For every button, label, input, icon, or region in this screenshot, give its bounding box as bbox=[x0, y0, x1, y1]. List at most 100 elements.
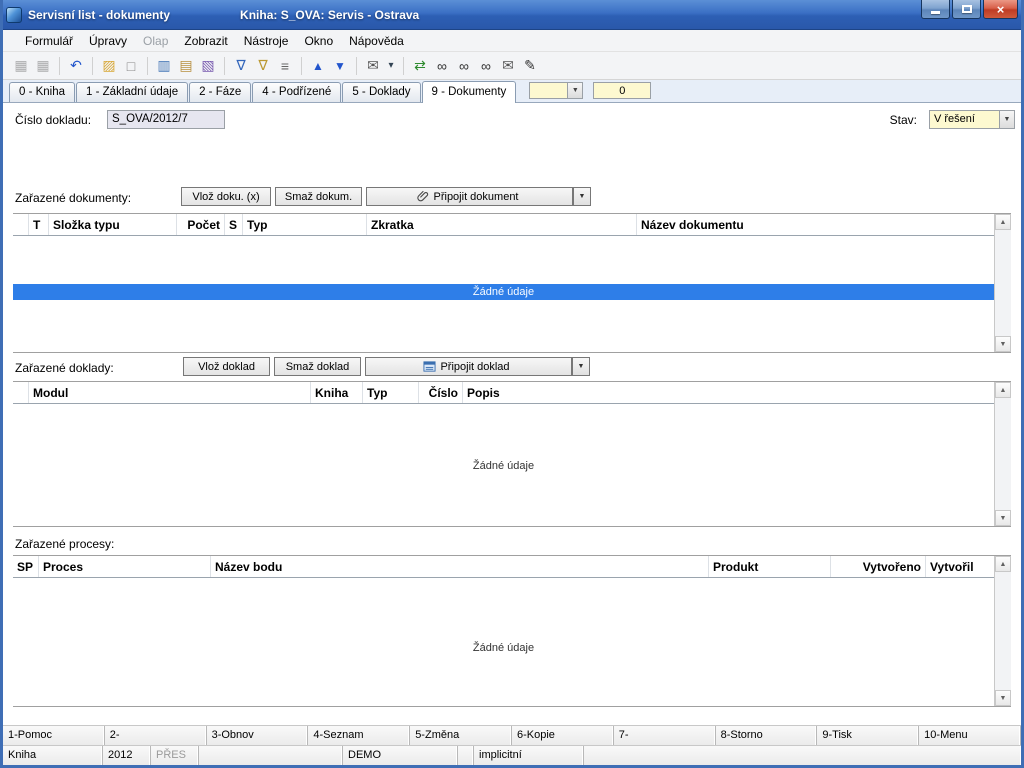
column-header-produkt[interactable]: Produkt bbox=[709, 556, 831, 577]
column-header-nazev-dokumentu[interactable]: Název dokumentu bbox=[637, 214, 994, 235]
tab-faze[interactable]: 2 - Fáze bbox=[189, 82, 251, 102]
vertical-scrollbar[interactable]: ▲ ▼ bbox=[994, 556, 1011, 706]
maximize-button[interactable] bbox=[952, 0, 981, 19]
filter-icon[interactable]: ∇ bbox=[231, 56, 251, 76]
column-header-pocet[interactable]: Počet bbox=[177, 214, 225, 235]
column-header-popis[interactable]: Popis bbox=[463, 382, 994, 403]
quick-filter-combobox[interactable]: ▼ bbox=[529, 82, 583, 99]
record-count-field[interactable]: 0 bbox=[593, 82, 651, 99]
fkey-6-kopie[interactable]: 6-Kopie bbox=[512, 726, 614, 745]
scroll-down-button[interactable]: ▼ bbox=[995, 336, 1011, 352]
delete-document-button[interactable]: Smaž dokum. bbox=[275, 187, 362, 206]
menu-okno[interactable]: Okno bbox=[296, 32, 341, 50]
menu-napoveda[interactable]: Nápověda bbox=[341, 32, 412, 50]
column-header-s[interactable]: S bbox=[225, 214, 243, 235]
find-all-icon[interactable]: ∞ bbox=[476, 56, 496, 76]
fkey-10-menu[interactable]: 10-Menu bbox=[919, 726, 1021, 745]
column-header-selector[interactable] bbox=[13, 214, 29, 235]
menu-nastroje[interactable]: Nástroje bbox=[236, 32, 297, 50]
toolbar-separator bbox=[356, 57, 357, 75]
scroll-up-button[interactable]: ▲ bbox=[995, 214, 1011, 230]
move-up-icon[interactable]: ▲ bbox=[308, 56, 328, 76]
mail-icon[interactable]: ✉ bbox=[498, 56, 518, 76]
vertical-scrollbar[interactable]: ▲ ▼ bbox=[994, 382, 1011, 526]
app-icon bbox=[6, 7, 22, 23]
column-header-proces[interactable]: Proces bbox=[39, 556, 211, 577]
menu-zobrazit[interactable]: Zobrazit bbox=[176, 32, 235, 50]
column-header-sp[interactable]: SP bbox=[13, 556, 39, 577]
column-header-modul[interactable]: Modul bbox=[29, 382, 311, 403]
documents-section-label: Zařazené dokumenty: bbox=[15, 191, 131, 205]
column-header-typ[interactable]: Typ bbox=[243, 214, 367, 235]
insert-document-button[interactable]: Vlož doku. (x) bbox=[181, 187, 271, 206]
column-header-typ[interactable]: Typ bbox=[363, 382, 419, 403]
attach-document-button[interactable]: Připojit dokument bbox=[366, 187, 573, 206]
edit-note-icon[interactable]: ✎ bbox=[520, 56, 540, 76]
copy-icon[interactable]: ▥ bbox=[154, 56, 174, 76]
column-header-selector[interactable] bbox=[13, 382, 29, 403]
window-controls: × bbox=[921, 0, 1018, 19]
toolbar-separator bbox=[92, 57, 93, 75]
close-button[interactable]: × bbox=[983, 0, 1018, 19]
fkey-8-storno[interactable]: 8-Storno bbox=[716, 726, 818, 745]
tab-zakladni-udaje[interactable]: 1 - Základní údaje bbox=[76, 82, 188, 102]
attach-voucher-dropdown-button[interactable]: ▼ bbox=[572, 357, 590, 376]
mail-dropdown-icon[interactable]: ▾ bbox=[385, 56, 397, 76]
scroll-up-button[interactable]: ▲ bbox=[995, 382, 1011, 398]
vertical-scrollbar[interactable]: ▲ ▼ bbox=[994, 214, 1011, 352]
fkey-3-obnov[interactable]: 3-Obnov bbox=[207, 726, 309, 745]
column-header-nazev-bodu[interactable]: Název bodu bbox=[211, 556, 709, 577]
find-next-icon[interactable]: ∞ bbox=[454, 56, 474, 76]
fkey-1-pomoc[interactable]: 1-Pomoc bbox=[3, 726, 105, 745]
menu-formular[interactable]: Formulář bbox=[17, 32, 81, 50]
status-spacer bbox=[584, 746, 1021, 765]
tab-extras: ▼ 0 bbox=[529, 82, 651, 99]
fkey-7[interactable]: 7- bbox=[614, 726, 716, 745]
column-header-zkratka[interactable]: Zkratka bbox=[367, 214, 637, 235]
column-header-t[interactable]: T bbox=[29, 214, 49, 235]
insert-voucher-button[interactable]: Vlož doklad bbox=[183, 357, 270, 376]
scroll-down-button[interactable]: ▼ bbox=[995, 690, 1011, 706]
status-combobox[interactable]: V řešení ▼ bbox=[929, 110, 1015, 129]
tags-icon[interactable]: ≡ bbox=[275, 56, 295, 76]
tab-kniha[interactable]: 0 - Kniha bbox=[9, 82, 75, 102]
attach-voucher-button[interactable]: Připojit doklad bbox=[365, 357, 572, 376]
export-icon[interactable]: ⇄ bbox=[410, 56, 430, 76]
tab-doklady[interactable]: 5 - Doklady bbox=[342, 82, 420, 102]
tab-podrizene[interactable]: 4 - Podřízené bbox=[252, 82, 341, 102]
column-header-vytvoril[interactable]: Vytvořil bbox=[926, 556, 994, 577]
fkey-2[interactable]: 2- bbox=[105, 726, 207, 745]
minimize-button[interactable] bbox=[921, 0, 950, 19]
chevron-down-icon[interactable]: ▼ bbox=[999, 111, 1014, 128]
maximize-icon bbox=[962, 5, 972, 13]
document-number-field[interactable]: S_OVA/2012/7 bbox=[107, 110, 225, 129]
attach-document-dropdown-button[interactable]: ▼ bbox=[573, 187, 591, 206]
chevron-down-icon[interactable]: ▼ bbox=[567, 83, 582, 98]
move-down-icon[interactable]: ▼ bbox=[330, 56, 350, 76]
new-document-icon[interactable]: □ bbox=[121, 56, 141, 76]
filter-add-icon[interactable]: ∇ bbox=[253, 56, 273, 76]
notebook-icon[interactable]: ▧ bbox=[198, 56, 218, 76]
documents-table: T Složka typu Počet S Typ Zkratka Název … bbox=[13, 213, 1011, 353]
vouchers-table: Modul Kniha Typ Číslo Popis Žádné údaje … bbox=[13, 381, 1011, 527]
scroll-up-button[interactable]: ▲ bbox=[995, 556, 1011, 572]
delete-voucher-button[interactable]: Smaž doklad bbox=[274, 357, 361, 376]
function-key-bar: 1-Pomoc 2- 3-Obnov 4-Seznam 5-Změna 6-Ko… bbox=[3, 725, 1021, 745]
fkey-9-tisk[interactable]: 9-Tisk bbox=[817, 726, 919, 745]
tab-dokumenty[interactable]: 9 - Dokumenty bbox=[422, 81, 517, 103]
mail-send-icon[interactable]: ✉ bbox=[363, 56, 383, 76]
menu-upravy[interactable]: Úpravy bbox=[81, 32, 135, 50]
column-header-kniha[interactable]: Kniha bbox=[311, 382, 363, 403]
find-icon[interactable]: ∞ bbox=[432, 56, 452, 76]
undo-icon[interactable]: ↶ bbox=[66, 56, 86, 76]
processes-section-label: Zařazené procesy: bbox=[15, 537, 114, 551]
column-header-cislo[interactable]: Číslo bbox=[419, 382, 463, 403]
fkey-5-zmena[interactable]: 5-Změna bbox=[410, 726, 512, 745]
paste-icon[interactable]: ▤ bbox=[176, 56, 196, 76]
column-header-vytvoreno[interactable]: Vytvořeno bbox=[831, 556, 926, 577]
toolbar-separator bbox=[403, 57, 404, 75]
scroll-down-button[interactable]: ▼ bbox=[995, 510, 1011, 526]
column-header-slozka-typu[interactable]: Složka typu bbox=[49, 214, 177, 235]
open-folder-icon[interactable]: ▨ bbox=[99, 56, 119, 76]
fkey-4-seznam[interactable]: 4-Seznam bbox=[308, 726, 410, 745]
